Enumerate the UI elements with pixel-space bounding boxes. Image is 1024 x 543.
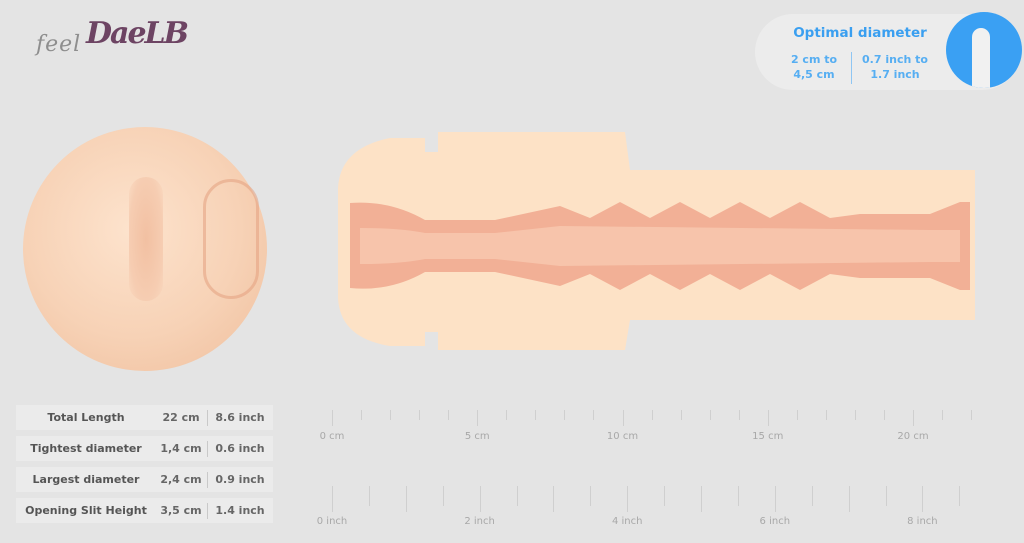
ruler-cm-tick (651, 410, 653, 420)
body-icon (946, 12, 1022, 88)
ruler-inch-label: 4 inch (611, 516, 643, 527)
ruler-cm-tick (971, 410, 973, 420)
ruler-cm-tick (883, 410, 885, 420)
ruler-cm-tick (854, 410, 856, 420)
ruler-inch: 0 inch 2 inch 4 inch 6 inch 8 inch (0, 478, 1024, 538)
product-cross-section (330, 118, 975, 358)
ruler-inch-label: 2 inch (464, 516, 495, 527)
ruler-cm-tick (593, 410, 595, 420)
ruler-inch-tick (959, 486, 961, 506)
product-front-view (23, 127, 267, 371)
ruler-inch-tick (516, 486, 518, 506)
ruler-inch-label: 0 inch (316, 516, 348, 527)
embossed-logo (203, 179, 259, 299)
ruler-cm-tick (680, 410, 682, 420)
optimal-cm-to: 4,5 cm (793, 68, 835, 81)
ruler-cm-tick (506, 410, 508, 420)
ruler-cm-label: 5 cm (464, 431, 490, 442)
ruler-cm-tick (825, 410, 827, 420)
ruler-inch-tick (737, 486, 739, 506)
ruler-inch-tick (590, 486, 592, 506)
ruler-cm-tick (477, 410, 479, 426)
ruler-cm-label: 20 cm (897, 431, 929, 442)
ruler-cm-tick (361, 410, 363, 420)
ruler-cm-tick (709, 410, 711, 420)
ruler-inch-label: 8 inch (907, 516, 938, 527)
ruler-inch-tick (405, 486, 407, 512)
ruler-inch-tick (811, 486, 813, 506)
ruler-cm-tick (738, 410, 740, 420)
optimal-divider (851, 52, 852, 84)
ruler-inch-tick (479, 486, 481, 512)
ruler-inch-tick (368, 486, 370, 506)
ruler-cm-tick (913, 410, 914, 426)
ruler-inch-tick (774, 486, 776, 512)
optimal-diameter-inch: 0.7 inch to 1.7 inch (855, 52, 935, 82)
ruler-cm-tick (796, 410, 798, 420)
ruler-cm-tick (564, 410, 566, 420)
optimal-inch-from: 0.7 inch to (862, 53, 928, 66)
ruler-cm-tick (419, 410, 421, 420)
ruler-inch-label: 6 inch (759, 516, 791, 527)
ruler-cm-label: 0 cm (319, 431, 345, 442)
logo-name: DaeLB (86, 16, 189, 51)
ruler-cm-tick (448, 410, 450, 420)
optimal-cm-from: 2 cm to (790, 53, 838, 66)
product-opening (129, 177, 163, 301)
ruler-inch-tick (332, 486, 333, 512)
cross-section-graphic (338, 132, 975, 350)
ruler-cm-tick (535, 410, 537, 420)
optimal-diameter-cm: 2 cm to 4,5 cm (781, 52, 847, 82)
ruler-cm-label: 15 cm (752, 431, 784, 442)
ruler-inch-tick (627, 486, 629, 512)
ruler-cm: 0 cm 5 cm 10 cm 15 cm 20 cm (0, 400, 1024, 450)
ruler-cm-tick (390, 410, 392, 420)
ruler-cm-label: 10 cm (606, 431, 639, 442)
ruler-inch-tick (701, 486, 702, 512)
ruler-cm-tick (942, 410, 944, 420)
optimal-diameter-title: Optimal diameter (793, 25, 927, 41)
product-dimensions-page: feel DaeLB Optimal diameter 2 cm to 4,5 … (0, 0, 1024, 543)
ruler-inch-tick (885, 486, 887, 506)
ruler-cm-tick (767, 410, 769, 426)
ruler-cm-tick (332, 410, 333, 426)
ruler-inch-tick (922, 486, 924, 512)
ruler-cm-tick (622, 410, 624, 426)
optimal-diameter-card: Optimal diameter 2 cm to 4,5 cm 0.7 inch… (755, 12, 1022, 90)
body-icon-shape (972, 28, 990, 88)
ruler-inch-tick (664, 486, 666, 506)
ruler-inch-tick (848, 486, 850, 512)
ruler-inch-tick (442, 486, 444, 506)
brand-logo: feel DaeLB (34, 10, 189, 66)
optimal-inch-to: 1.7 inch (870, 68, 920, 81)
logo-prefix: feel (36, 32, 82, 57)
ruler-inch-tick (553, 486, 555, 512)
